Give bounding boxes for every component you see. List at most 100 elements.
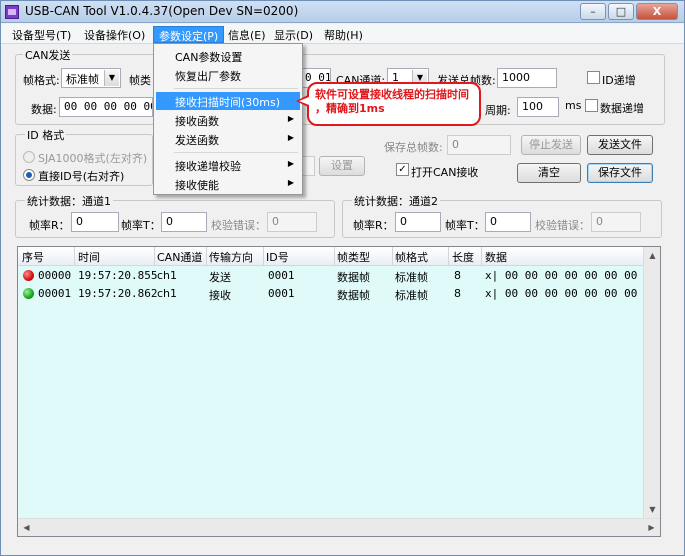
col-separator [206,247,207,266]
save-total-input[interactable]: 0 [447,135,511,155]
callout-pointer-inner [299,97,309,105]
radio-sja1000-format[interactable] [23,151,35,163]
open-can-recv-label: 打开CAN接收 [411,166,479,179]
send-file-button[interactable]: 发送文件 [587,135,653,155]
col-header-id[interactable]: ID号 [266,249,289,265]
minimize-button[interactable]: – [580,3,606,20]
frame-format-label: 帧格式: [23,74,60,87]
cell-length: 8 [454,287,461,300]
maximize-button[interactable]: □ [608,3,634,20]
col-separator [154,247,155,266]
period-input[interactable]: 100 [517,97,559,117]
status-dot-icon [23,270,34,281]
menu-can-params[interactable]: CAN参数设置 [156,47,300,65]
period-label: 周期: [485,104,511,117]
chevron-down-icon: ▼ [104,70,119,86]
data-increment-checkbox[interactable] [585,99,598,112]
id-increment-label: ID递增 [602,74,636,87]
menu-recv-enable-label: 接收使能 [175,179,219,192]
menu-help[interactable]: 帮助(H) [319,26,368,43]
data-label: 数据: [31,103,57,116]
col-separator [392,247,393,266]
set-button[interactable]: 设置 [319,156,365,176]
menu-separator [174,88,298,89]
submenu-arrow-icon: ▶ [287,133,294,142]
menu-recv-function[interactable]: 接收函数 ▶ [156,111,300,129]
period-unit: ms [565,99,582,112]
callout-line2: ，精确到1ms [315,102,385,115]
scroll-up-icon[interactable]: ▲ [644,247,660,264]
open-can-recv-checkbox[interactable]: ✓ [396,163,409,176]
menu-restore-factory[interactable]: 恢复出厂参数 [156,66,300,84]
submenu-arrow-icon: ▶ [287,114,294,123]
frame-format-select[interactable]: 标准帧 ▼ [61,68,121,88]
col-header-seq[interactable]: 序号 [22,249,44,265]
col-header-frame-type[interactable]: 帧类型 [337,249,370,265]
ch1-frame-rate-r-label: 帧率R： [29,219,70,232]
table-row[interactable]: 00001 19:57:20.862 ch1 接收 0001 数据帧 标准帧 8… [18,285,660,303]
close-button[interactable]: X [636,3,678,20]
app-icon [5,5,19,19]
menu-recv-function-label: 接收函数 [175,115,219,128]
menu-recv-increment-check[interactable]: 接收递增校验 ▶ [156,156,300,174]
col-header-channel[interactable]: CAN通道 [157,249,202,265]
cell-time: 19:57:20.862 [78,287,158,300]
menu-bar: 设备型号(T) 设备操作(O) 参数设定(P) 信息(E) 显示(D) 帮助(H… [1,24,684,44]
col-header-length[interactable]: 长度 [452,249,474,265]
ch1-frame-rate-t-label: 帧率T： [121,219,161,232]
clear-button[interactable]: 清空 [517,163,581,183]
menu-recv-enable[interactable]: 接收使能 ▶ [156,175,300,193]
ch2-frame-rate-r-label: 帧率R： [353,219,394,232]
can-send-group-label: CAN发送 [23,47,73,63]
col-separator [481,247,482,266]
menu-separator [174,152,298,153]
title-bar[interactable]: USB-CAN Tool V1.0.4.37(Open Dev SN=0200)… [1,1,684,23]
scroll-right-icon[interactable]: ▶ [643,519,660,536]
menu-recv-increment-check-label: 接收递增校验 [175,160,241,173]
table-row[interactable]: 00000 19:57:20.855 ch1 发送 0001 数据帧 标准帧 8… [18,267,660,285]
menu-info[interactable]: 信息(E) [223,26,271,43]
cell-time: 19:57:20.855 [78,269,158,282]
submenu-arrow-icon: ▶ [287,159,294,168]
scroll-left-icon[interactable]: ◀ [18,519,35,536]
annotation-callout: 软件可设置接收线程的扫描时间 ，精确到1ms [307,82,481,126]
cell-frame-format: 标准帧 [395,271,428,284]
menu-recv-scan-time[interactable]: 接收扫描时间(30ms) [156,92,300,110]
submenu-arrow-icon: ▶ [287,178,294,187]
id-format-group-label: ID 格式 [25,127,67,143]
frame-type-label: 帧类 [129,74,151,87]
total-send-input[interactable]: 1000 [497,68,557,88]
col-separator [74,247,75,266]
save-file-button[interactable]: 保存文件 [587,163,653,183]
horizontal-scrollbar[interactable]: ◀ ▶ [18,518,660,536]
col-header-frame-format[interactable]: 帧格式 [395,249,428,265]
id-increment-checkbox[interactable] [587,71,600,84]
col-separator [448,247,449,266]
scroll-down-icon[interactable]: ▼ [644,501,660,518]
stop-send-button[interactable]: 停止发送 [521,135,581,155]
menu-device-operation[interactable]: 设备操作(O) [79,26,150,43]
stats-channel1-label: 统计数据：通道1 [25,193,113,209]
window-controls: – □ X [580,3,678,20]
window-title: USB-CAN Tool V1.0.4.37(Open Dev SN=0200) [25,4,299,18]
cell-data: x| 00 00 00 00 00 00 00 00 [485,287,658,300]
ch2-frame-rate-t-label: 帧率T： [445,219,485,232]
cell-direction: 发送 [209,271,231,284]
status-dot-icon [23,288,34,299]
callout-line1: 软件可设置接收线程的扫描时间 [315,88,469,101]
menu-parameter-settings[interactable]: 参数设定(P) [153,26,225,43]
menu-device-model[interactable]: 设备型号(T) [7,26,76,43]
col-header-time[interactable]: 时间 [78,249,100,265]
radio-direct-id[interactable] [23,169,35,181]
data-input[interactable]: 00 00 00 00 00 00 [59,97,153,117]
col-header-data[interactable]: 数据 [485,249,507,265]
message-table[interactable]: 序号 时间 CAN通道 传输方向 ID号 帧类型 帧格式 长度 数据 00000… [17,246,661,537]
parameter-settings-dropdown: CAN参数设置 恢复出厂参数 接收扫描时间(30ms) 接收函数 ▶ 发送函数 … [153,43,303,195]
menu-send-function[interactable]: 发送函数 ▶ [156,130,300,148]
col-header-direction[interactable]: 传输方向 [209,249,253,265]
menu-send-function-label: 发送函数 [175,134,219,147]
vertical-scrollbar[interactable]: ▲ ▼ [643,247,660,518]
cell-seq: 00001 [38,287,72,300]
menu-display[interactable]: 显示(D) [269,26,318,43]
ch1-frame-rate-t-value: 0 [161,212,207,232]
